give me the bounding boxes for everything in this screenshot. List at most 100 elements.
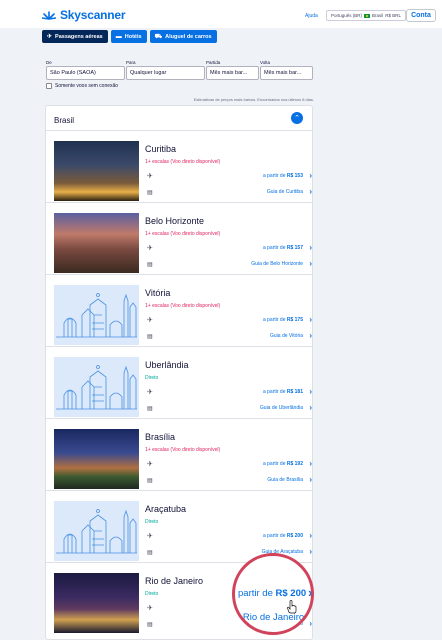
city-guide-link[interactable]: Guia de Brasília › [267,475,312,484]
flight-type-label: 1+ escalas (Voo direto disponível) [145,303,221,309]
price-value: R$ 181 [286,389,303,395]
chevron-right-icon: › [309,315,312,324]
city-photo [54,141,139,201]
price-link[interactable]: a partir de R$ 192 › [263,459,312,468]
city-illustration [54,357,139,417]
chevron-right-icon: › [309,619,312,628]
locale-selector[interactable]: Português (BR) Brasil R$ BRL [326,10,407,21]
flight-type-label: Direto [145,591,159,597]
chevron-right-icon: › [308,585,313,600]
bed-icon: ▬ [115,33,122,40]
plane-icon: ✈ [147,533,153,540]
depart-input[interactable]: Mês mais bar... [206,66,259,80]
brazil-flag-icon [364,13,371,18]
tab-car-hire[interactable]: ⛟ Aluguel de carros [149,30,217,43]
chevron-right-icon: › [309,171,312,180]
help-link[interactable]: Ajuda [305,13,318,19]
panel-title: Brasil [54,116,75,125]
price-value: R$ 192 [286,461,303,467]
tab-label: Aluguel de carros [165,33,212,40]
direct-only-option[interactable]: Somente voos sem conexão [46,83,118,89]
chevron-up-icon: ⌃ [294,115,300,122]
sunrise-logo-icon [42,10,56,20]
chevron-right-icon: › [309,331,312,340]
city-photo [54,429,139,489]
depart-field: Partida Mês mais bar... [206,60,259,80]
price-prefix: a partir de [262,173,287,179]
account-button[interactable]: Conta [406,9,436,22]
plane-icon: ✈ [47,34,53,40]
logo-text: Skyscanner [60,8,126,22]
magnified-price-link[interactable]: partir de R$ 200 [238,588,306,599]
skyscanner-logo[interactable]: Skyscanner [42,8,126,22]
price-prefix: a partir de [262,245,287,251]
destination-card[interactable]: Araçatuba Direto ✈ ▤ a partir de R$ 200 › Guia… [46,490,312,562]
chevron-right-icon: › [309,387,312,396]
destination-card[interactable]: Uberlândia Direto ✈ ▤ a partir de R$ 181 › Gui… [46,346,312,418]
city-name: Belo Horizonte [145,216,205,226]
tab-hotels[interactable]: ▬ Hotéis [110,30,147,43]
guide-text: Guia de Brasília [267,477,303,483]
from-input[interactable]: São Paulo (SAOA) [46,66,125,80]
guide-text: Guia de Curitiba [266,189,303,195]
price-link[interactable]: a partir de R$ 181 › [262,387,312,396]
city-name: Uberlândia [145,360,189,370]
destination-card[interactable]: Brasília 1+ escalas (Voo direto disponíve… [46,418,312,490]
top-header: Skyscanner Ajuda Português (BR) Brasil R… [0,0,442,28]
destination-card[interactable]: Vitória 1+ escalas (Voo direto disponível… [46,274,312,346]
plane-icon: ✈ [147,173,153,180]
flight-type-label: 1+ escalas (Voo direto disponível) [145,447,221,453]
price-prefix: a partir de [262,317,287,323]
chevron-right-icon: › [309,259,312,268]
direct-only-label: Somente voos sem conexão [55,83,119,89]
language-label: Português (BR) [331,13,363,18]
city-name: Curitiba [145,144,177,154]
destination-card[interactable]: Curitiba 1+ escalas (Voo direto disponíve… [46,130,312,202]
flight-type-label: 1+ escalas (Voo direto disponível) [145,159,221,165]
tab-flights[interactable]: ✈ Passagens aéreas [42,30,108,43]
guide-text: Guia de Belo Horizonte [251,261,303,267]
to-field: Para Qualquer lugar [126,60,205,80]
price-prefix: a partir de [262,533,287,539]
guide-book-icon: ▤ [147,478,153,484]
zoom-magnifier: partir de R$ 200 › e Rio de Janeiro [232,553,314,635]
price-link[interactable]: a partir de R$ 175 › [262,315,312,324]
chevron-right-icon: › [309,243,312,252]
price-prefix: a partir de [262,389,287,395]
guide-text: Guia de Uberlândia [259,405,303,411]
price-link[interactable]: a partir de R$ 153 › [262,171,312,180]
chevron-right-icon: › [309,531,312,540]
city-photo [54,573,139,633]
flight-type-label: Direto [145,519,159,525]
return-input[interactable]: Mês mais bar... [260,66,313,80]
to-input[interactable]: Qualquer lugar [126,66,205,80]
chevron-right-icon: › [309,403,312,412]
magnified-price-value: R$ 200 [275,588,307,599]
price-value: R$ 157 [286,245,303,251]
city-name: Rio de Janeiro [145,576,204,586]
price-link[interactable]: a partir de R$ 200 › [262,531,312,540]
tab-label: Passagens aéreas [55,33,103,40]
chevron-right-icon: › [309,475,312,484]
city-illustration [54,285,139,345]
plane-icon: ✈ [147,245,153,252]
city-name: Araçatuba [145,504,187,514]
plane-icon: ✈ [147,389,153,396]
guide-book-icon: ▤ [147,334,153,340]
city-guide-link[interactable]: Guia de Belo Horizonte › [251,259,312,268]
city-guide-link[interactable]: Guia de Uberlândia › [259,403,312,412]
city-guide-link[interactable]: Guia de Curitiba › [266,187,312,196]
collapse-button[interactable]: ⌃ [291,112,303,124]
city-name: Brasília [145,432,176,442]
city-photo [54,213,139,273]
city-guide-link[interactable]: Guia de Vitória › [270,331,312,340]
flight-type-label: 1+ escalas (Voo direto disponível) [145,231,221,237]
flight-type-label: Direto [145,375,159,381]
plane-icon: ✈ [147,461,153,468]
tab-label: Hotéis [124,33,142,40]
price-link[interactable]: a partir de R$ 157 › [262,243,312,252]
price-value: R$ 200 [286,533,303,539]
direct-only-checkbox[interactable] [46,83,52,89]
city-name: Vitória [145,288,171,298]
destination-card[interactable]: Belo Horizonte 1+ escalas (Voo direto dis… [46,202,312,274]
